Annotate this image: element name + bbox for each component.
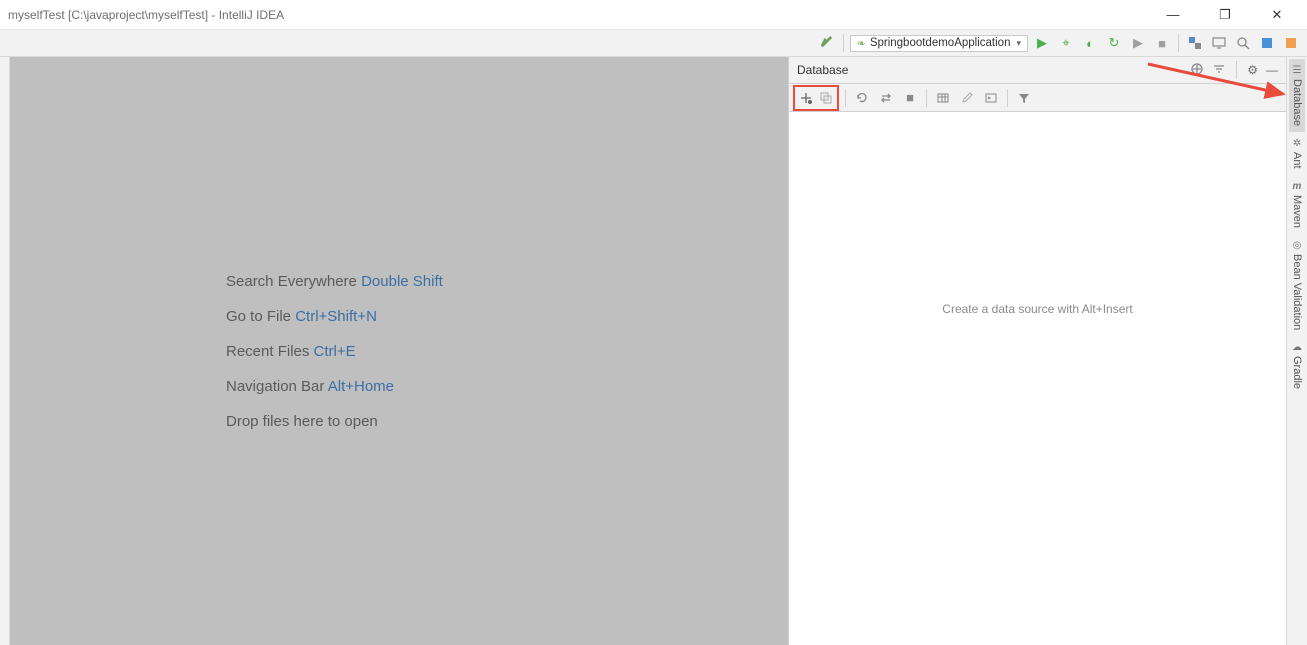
highlight-annotation (793, 85, 839, 111)
hint-label: Drop files here to open (226, 413, 378, 430)
edit-icon[interactable] (957, 88, 977, 108)
stop-icon[interactable]: ■ (1152, 33, 1172, 53)
git-icon[interactable] (1185, 33, 1205, 53)
right-tab-maven[interactable]: m Maven (1289, 175, 1305, 234)
hint-shortcut: Ctrl+E (314, 343, 356, 360)
hint-row: Go to File Ctrl+Shift+N (226, 308, 377, 325)
database-panel: Database ⚙ — (788, 57, 1286, 645)
annotation-arrow (1143, 54, 1303, 114)
title-bar: myselfTest [C:\javaproject\myselfTest] -… (0, 0, 1307, 30)
bean-icon: ◎ (1293, 240, 1302, 251)
minimize-button[interactable]: — (1159, 7, 1187, 22)
debug-icon[interactable]: ⌖ (1056, 33, 1076, 53)
chevron-down-icon: ▾ (1016, 38, 1021, 49)
duplicate-icon[interactable] (816, 88, 836, 108)
right-tab-ant[interactable]: ✲ Ant (1289, 132, 1305, 175)
main-toolbar: ❧ SpringbootdemoApplication ▾ ▶ ⌖ ◐ ↻ ▶ … (0, 30, 1307, 57)
hint-shortcut: Alt+Home (328, 378, 394, 395)
console-icon[interactable] (981, 88, 1001, 108)
run-configuration-selector[interactable]: ❧ SpringbootdemoApplication ▾ (850, 35, 1028, 52)
hint-label: Search Everywhere (226, 273, 357, 290)
right-toolwindow-bar: ☰ Database ✲ Ant m Maven ◎ Bean Validati… (1286, 57, 1307, 645)
hint-row: Drop files here to open (226, 413, 378, 430)
profile-icon[interactable]: ↻ (1104, 33, 1124, 53)
maximize-button[interactable]: ❐ (1211, 7, 1239, 23)
ant-icon: ✲ (1293, 138, 1301, 149)
run-disabled-icon: ▶ (1128, 33, 1148, 53)
hint-row: Search Everywhere Double Shift (226, 273, 443, 290)
right-tab-label: Bean Validation (1291, 254, 1303, 330)
right-tab-label: Ant (1291, 152, 1303, 169)
left-gutter (0, 57, 10, 645)
hint-shortcut: Ctrl+Shift+N (295, 308, 377, 325)
main-body: Search Everywhere Double Shift Go to Fil… (0, 57, 1307, 645)
right-tab-label: Gradle (1291, 356, 1303, 389)
add-icon[interactable] (796, 88, 816, 108)
database-content: Create a data source with Alt+Insert (789, 112, 1286, 645)
coverage-icon[interactable]: ◐ (1080, 33, 1100, 53)
editor-empty-state: Search Everywhere Double Shift Go to Fil… (10, 57, 788, 645)
right-tab-label: Maven (1291, 195, 1303, 228)
run-icon[interactable]: ▶ (1032, 33, 1052, 53)
notification-icon[interactable] (1281, 33, 1301, 53)
right-tab-bean-validation[interactable]: ◎ Bean Validation (1289, 234, 1305, 336)
database-empty-hint: Create a data source with Alt+Insert (942, 302, 1132, 316)
spring-leaf-icon: ❧ (857, 37, 866, 50)
build-icon[interactable] (817, 33, 837, 53)
refresh-icon[interactable] (852, 88, 872, 108)
maven-icon: m (1293, 181, 1302, 192)
desktop-icon[interactable] (1209, 33, 1229, 53)
window-controls: — ❐ ✕ (1159, 7, 1299, 23)
hint-label: Navigation Bar (226, 378, 324, 395)
database-panel-title: Database (797, 63, 848, 77)
table-icon[interactable] (933, 88, 953, 108)
search-icon[interactable] (1233, 33, 1253, 53)
window-title: myselfTest [C:\javaproject\myselfTest] -… (8, 8, 284, 22)
right-tab-gradle[interactable]: ☁ Gradle (1289, 336, 1305, 395)
gradle-icon: ☁ (1292, 342, 1302, 353)
plugin-icon[interactable] (1257, 33, 1277, 53)
filter-icon[interactable] (1014, 88, 1034, 108)
run-config-label: SpringbootdemoApplication (870, 37, 1011, 49)
stop-icon[interactable]: ■ (900, 88, 920, 108)
hint-label: Go to File (226, 308, 291, 325)
hint-label: Recent Files (226, 343, 309, 360)
close-button[interactable]: ✕ (1263, 7, 1291, 23)
hint-row: Recent Files Ctrl+E (226, 343, 356, 360)
hint-shortcut: Double Shift (361, 273, 443, 290)
hint-row: Navigation Bar Alt+Home (226, 378, 394, 395)
sync-icon[interactable] (876, 88, 896, 108)
